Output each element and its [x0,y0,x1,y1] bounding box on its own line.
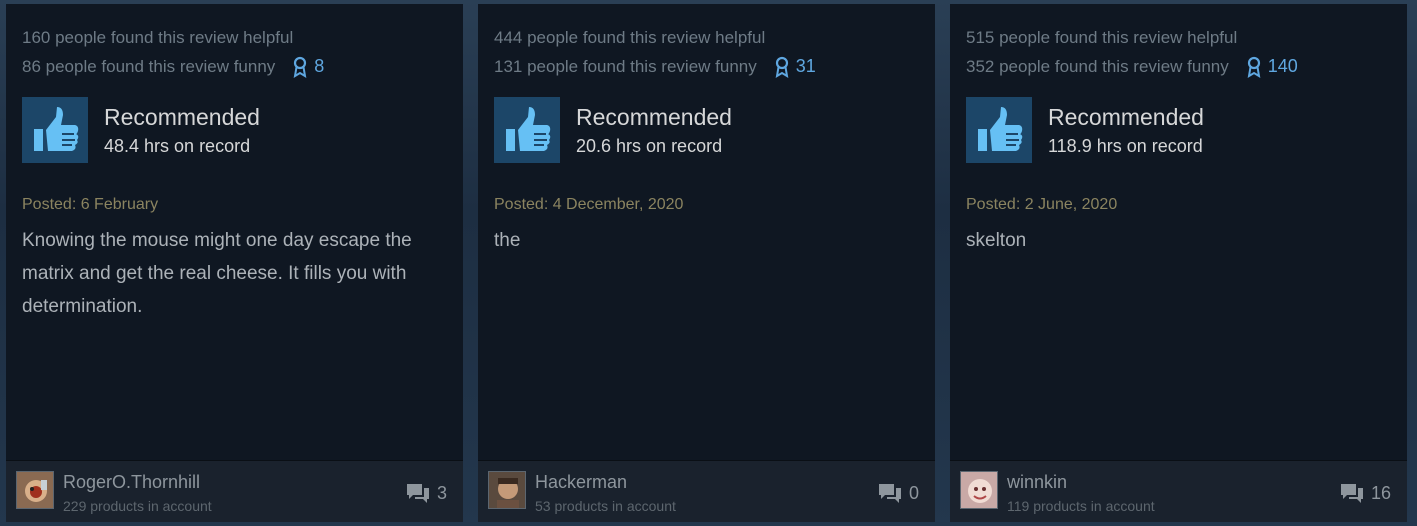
award-count: 8 [314,56,325,76]
comment-count: 0 [908,482,919,503]
posted-date: Posted: 2 June, 2020 [966,196,1118,213]
author-name[interactable]: RogerO.Thornhill [63,471,212,493]
review-text: Knowing the mouse might one day escape t… [22,230,412,317]
comment-bubbles-icon [1340,484,1363,503]
verdict-title: Recommended [104,104,260,130]
verdict-title: Recommended [576,104,732,130]
thumbs-up-icon [494,97,560,163]
avatar[interactable] [16,471,54,509]
award-ribbon-icon [293,56,307,78]
thumbs-up-icon [966,97,1032,163]
comments-button[interactable]: 0 [877,482,919,504]
review-card[interactable]: 444 people found this review helpful 131… [478,4,935,522]
review-author[interactable]: winnkin 119 products in account 16 [950,460,1407,522]
avatar[interactable] [960,471,998,509]
posted-date: Posted: 4 December, 2020 [494,196,684,213]
review-text: skelton [966,230,1027,251]
comment-count: 3 [436,482,447,503]
review-votes: 444 people found this review helpful 131… [494,23,816,81]
thumbs-up-icon [22,97,88,163]
helpful-count-text: 515 people found this review helpful [966,28,1238,47]
comments-button[interactable]: 16 [1339,482,1391,504]
comment-bubbles-icon [878,484,901,503]
helpful-count-text: 444 people found this review helpful [494,28,766,47]
review-card[interactable]: 160 people found this review helpful 86 … [6,4,463,522]
award-badge[interactable]: 8 [293,52,324,81]
award-ribbon-icon [775,56,789,78]
review-text: the [494,230,521,251]
verdict-title: Recommended [1048,104,1204,130]
review-author[interactable]: RogerO.Thornhill 229 products in account… [6,460,463,522]
review-votes: 160 people found this review helpful 86 … [22,23,324,81]
award-badge[interactable]: 31 [775,52,816,81]
review-votes: 515 people found this review helpful 352… [966,23,1298,81]
author-products: 53 products in account [535,498,676,514]
review-verdict[interactable]: Recommended 48.4 hrs on record [22,97,260,163]
comments-button[interactable]: 3 [405,482,447,504]
review-verdict[interactable]: Recommended 20.6 hrs on record [494,97,732,163]
hours-on-record: 118.9 hrs on record [1048,136,1203,156]
award-ribbon-icon [1247,56,1261,78]
hours-on-record: 20.6 hrs on record [576,136,723,156]
funny-count-text: 86 people found this review funny [22,57,276,76]
award-badge[interactable]: 140 [1247,52,1298,81]
review-author[interactable]: Hackerman 53 products in account 0 [478,460,935,522]
comment-bubbles-icon [406,484,429,503]
reviews-panel: 160 people found this review helpful 86 … [0,0,1417,526]
comment-count: 16 [1370,482,1391,503]
author-name[interactable]: winnkin [1007,471,1155,493]
helpful-count-text: 160 people found this review helpful [22,28,294,47]
author-products: 119 products in account [1007,498,1155,514]
author-name[interactable]: Hackerman [535,471,676,493]
review-card[interactable]: 515 people found this review helpful 352… [950,4,1407,522]
award-count: 31 [795,56,816,76]
award-count: 140 [1267,56,1298,76]
funny-count-text: 352 people found this review funny [966,57,1229,76]
author-products: 229 products in account [63,498,212,514]
avatar[interactable] [488,471,526,509]
review-verdict[interactable]: Recommended 118.9 hrs on record [966,97,1204,163]
hours-on-record: 48.4 hrs on record [104,136,251,156]
funny-count-text: 131 people found this review funny [494,57,757,76]
posted-date: Posted: 6 February [22,196,159,213]
